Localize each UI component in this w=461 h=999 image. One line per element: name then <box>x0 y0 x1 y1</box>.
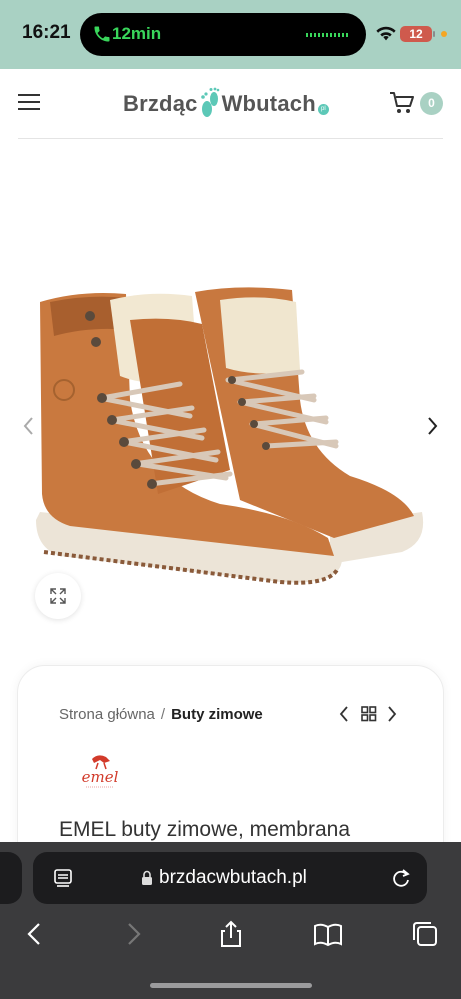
product-image <box>36 287 424 585</box>
dynamic-island[interactable]: 12min <box>80 13 366 56</box>
chevron-left-icon <box>339 706 348 722</box>
address-bar[interactable]: brzdacwbutach.pl <box>33 852 427 904</box>
logo-text-brzdac: Brzdąc <box>123 91 198 116</box>
breadcrumb-current[interactable]: Buty zimowe <box>171 706 263 723</box>
home-indicator <box>150 983 312 988</box>
reader-icon[interactable] <box>53 868 73 888</box>
header-divider <box>18 138 443 139</box>
grid-icon <box>361 706 377 722</box>
tabs-icon[interactable] <box>410 919 440 949</box>
cart-icon[interactable] <box>389 91 415 115</box>
brand-logo[interactable]: emel <box>78 751 122 795</box>
svg-text:emel: emel <box>82 768 119 786</box>
privacy-indicator <box>441 31 447 37</box>
product-gallery[interactable] <box>0 140 461 660</box>
lock-icon <box>142 870 152 885</box>
cart-count-badge[interactable]: 0 <box>420 92 443 115</box>
expand-icon <box>50 588 66 604</box>
chevron-right-icon <box>388 706 397 722</box>
previous-tab-pill[interactable] <box>0 852 22 904</box>
logo-text-wbutach: Wbutach <box>221 91 316 116</box>
site-logo[interactable]: Brzdąc Wbutach pl <box>123 87 329 121</box>
product-title: EMEL buty zimowe, membrana <box>59 818 350 841</box>
status-time: 16:21 <box>22 22 71 43</box>
browser-chrome: brzdacwbutach.pl <box>0 842 461 999</box>
back-icon[interactable] <box>20 919 50 949</box>
status-bar: 16:21 12min 12 <box>0 0 461 69</box>
menu-icon[interactable] <box>18 94 40 112</box>
site-header: Brzdąc Wbutach pl 0 <box>0 69 461 139</box>
share-icon[interactable] <box>216 919 246 949</box>
reload-icon[interactable] <box>390 867 412 889</box>
breadcrumb: Strona główna / Buty zimowe <box>59 706 263 723</box>
url-text[interactable]: brzdacwbutach.pl <box>159 867 307 889</box>
forward-icon[interactable] <box>118 919 148 949</box>
phone-icon <box>94 26 110 42</box>
footprint-icon <box>200 87 219 117</box>
breadcrumb-separator: / <box>160 706 166 723</box>
product-navigation[interactable] <box>338 704 400 724</box>
audio-waveform <box>306 33 350 37</box>
zoom-button[interactable] <box>35 573 81 619</box>
wifi-icon <box>376 26 396 41</box>
logo-badge: pl <box>317 103 329 115</box>
browser-toolbar <box>0 914 461 954</box>
battery-cap <box>433 31 435 37</box>
bookmarks-icon[interactable] <box>313 919 343 949</box>
chevron-left-icon[interactable] <box>20 415 38 437</box>
call-duration: 12min <box>112 24 162 43</box>
chevron-right-icon[interactable] <box>423 415 441 437</box>
battery-icon: 12 <box>400 26 432 42</box>
breadcrumb-home[interactable]: Strona główna <box>59 706 155 723</box>
